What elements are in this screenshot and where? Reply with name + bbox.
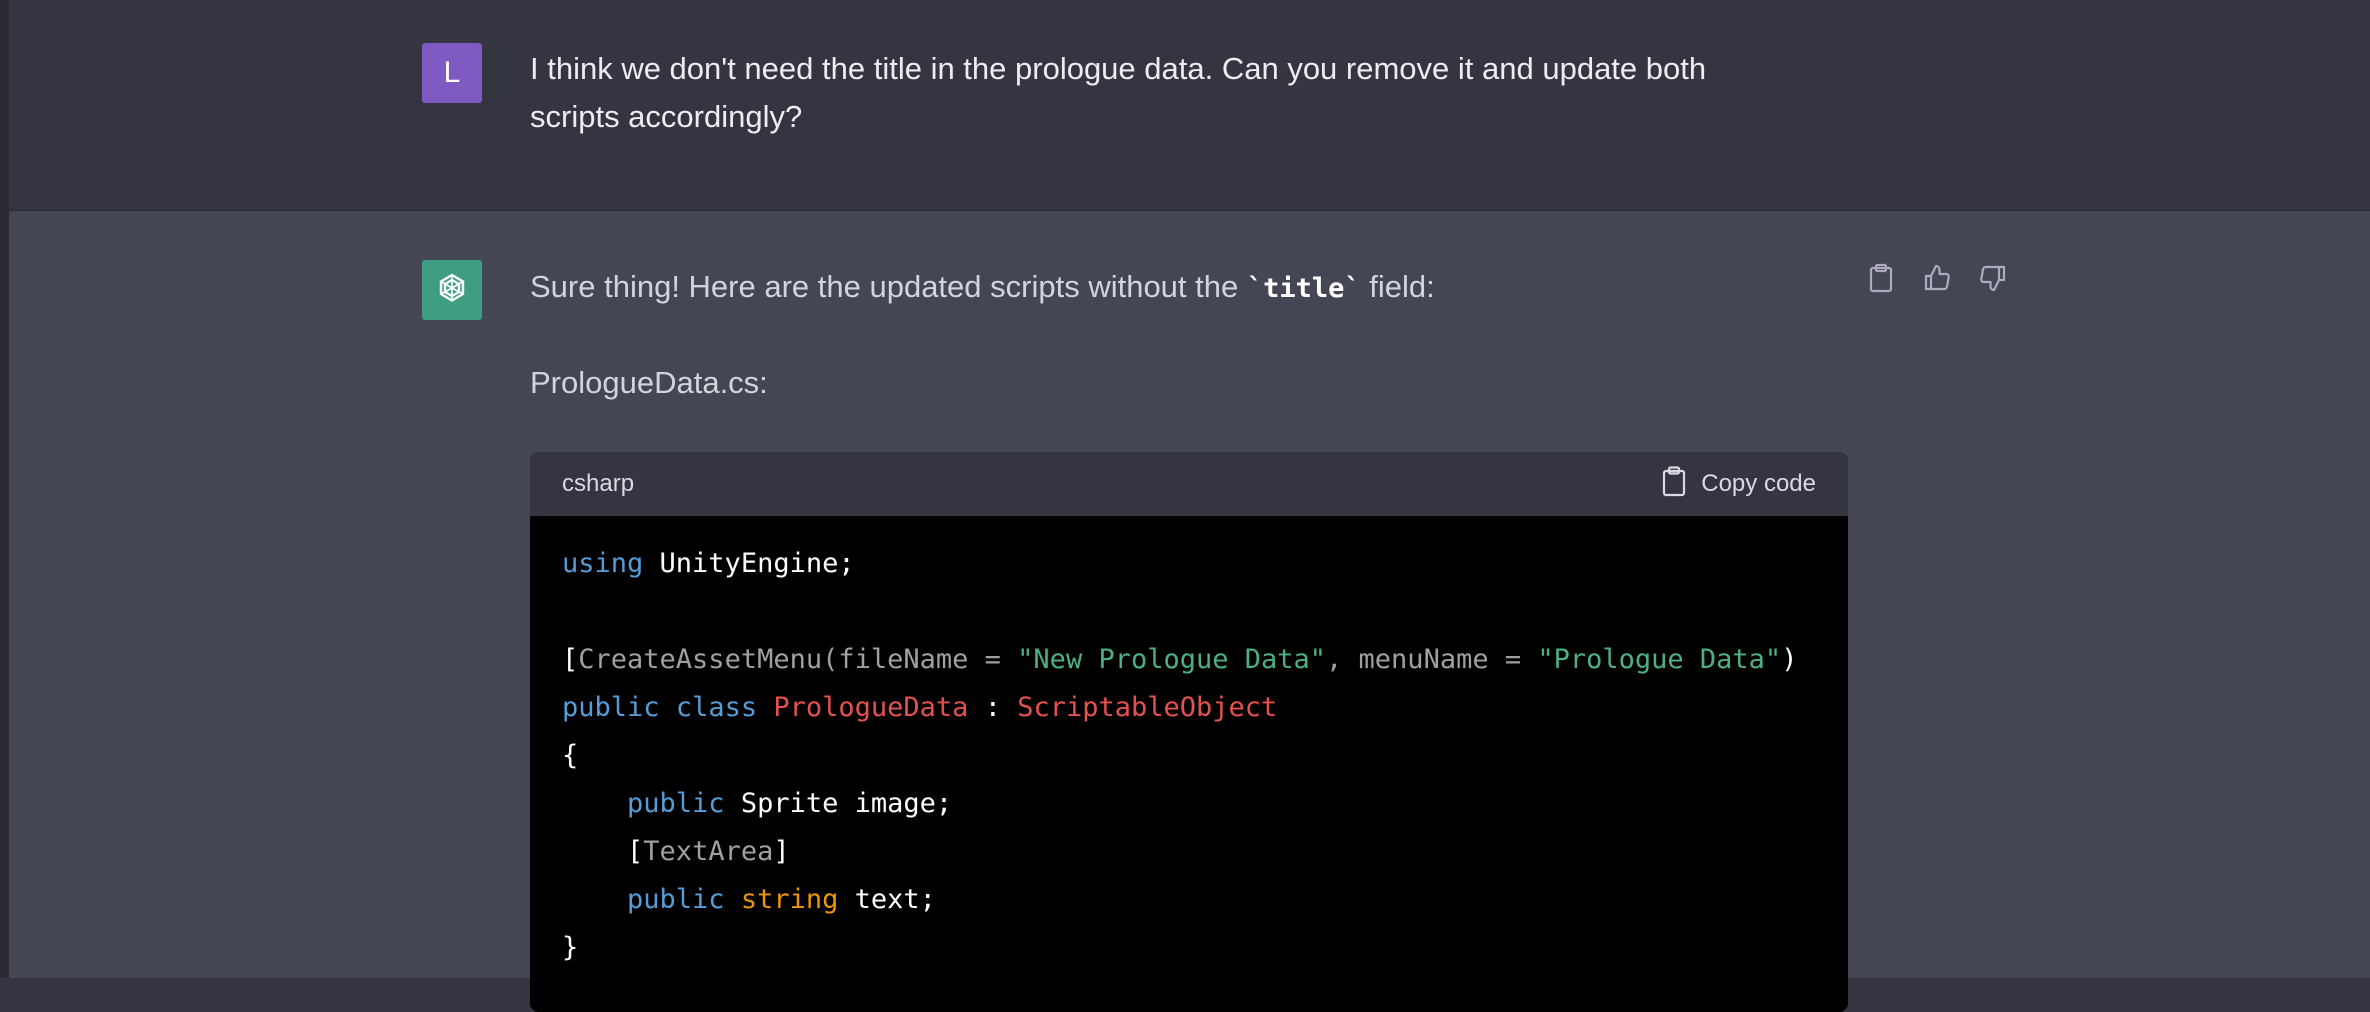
code-attribute: TextArea [643,836,774,867]
file-label: PrologueData.cs: [530,365,768,400]
code-content[interactable]: using UnityEngine; [CreateAssetMenu(file… [530,516,1848,996]
code-text: text; [838,884,936,915]
clipboard-icon [1661,465,1687,504]
chatgpt-logo-icon [422,260,482,320]
assistant-message: Sure thing! Here are the updated scripts… [9,211,2370,1012]
code-block-header: csharp Copy code [530,452,1848,516]
code-text: [ [627,836,644,867]
clipboard-icon[interactable] [1864,261,1898,295]
sidebar-edge [0,0,9,978]
code-keyword: public [562,692,660,723]
code-text: { [562,740,579,771]
code-text: UnityEngine; [643,548,855,579]
user-avatar: L [422,43,482,103]
user-message-text: I think we don't need the title in the p… [530,51,1707,134]
code-keyword: class [675,692,758,723]
intro-text-after: field: [1360,269,1435,304]
message-actions [1864,261,2010,295]
code-text: ) [1781,644,1798,675]
intro-text-before: Sure thing! Here are the updated scripts… [530,269,1247,304]
user-avatar-letter: L [443,56,461,89]
assistant-intro-text: Sure thing! Here are the updated scripts… [530,265,1435,311]
copy-code-label: Copy code [1701,470,1816,497]
intro-inline-code: `title` [1246,273,1361,304]
code-class-name: ScriptableObject [1017,692,1278,723]
thumbs-up-icon[interactable] [1920,261,1954,295]
code-keyword: public [627,788,725,819]
code-keyword: public [627,884,725,915]
user-message: L I think we don't need the title in the… [9,0,2370,211]
code-attribute: CreateAssetMenu(fileName = [578,644,1018,675]
code-string: "New Prologue Data" [1017,644,1327,675]
code-language-label: csharp [562,470,635,497]
code-text: Sprite image; [724,788,953,819]
copy-code-button[interactable]: Copy code [1661,465,1816,504]
code-class-name: PrologueData [773,692,969,723]
thumbs-down-icon[interactable] [1976,261,2010,295]
code-text: ] [773,836,790,867]
code-text: : [968,692,1018,723]
code-text: } [562,932,579,963]
code-type: string [740,884,839,915]
code-text: [ [562,644,579,675]
code-attribute: , menuName = [1326,644,1538,675]
code-block: csharp Copy code using UnityEngine; [Cre… [530,452,1848,1012]
code-string: "Prologue Data" [1537,644,1782,675]
code-keyword: using [562,548,644,579]
